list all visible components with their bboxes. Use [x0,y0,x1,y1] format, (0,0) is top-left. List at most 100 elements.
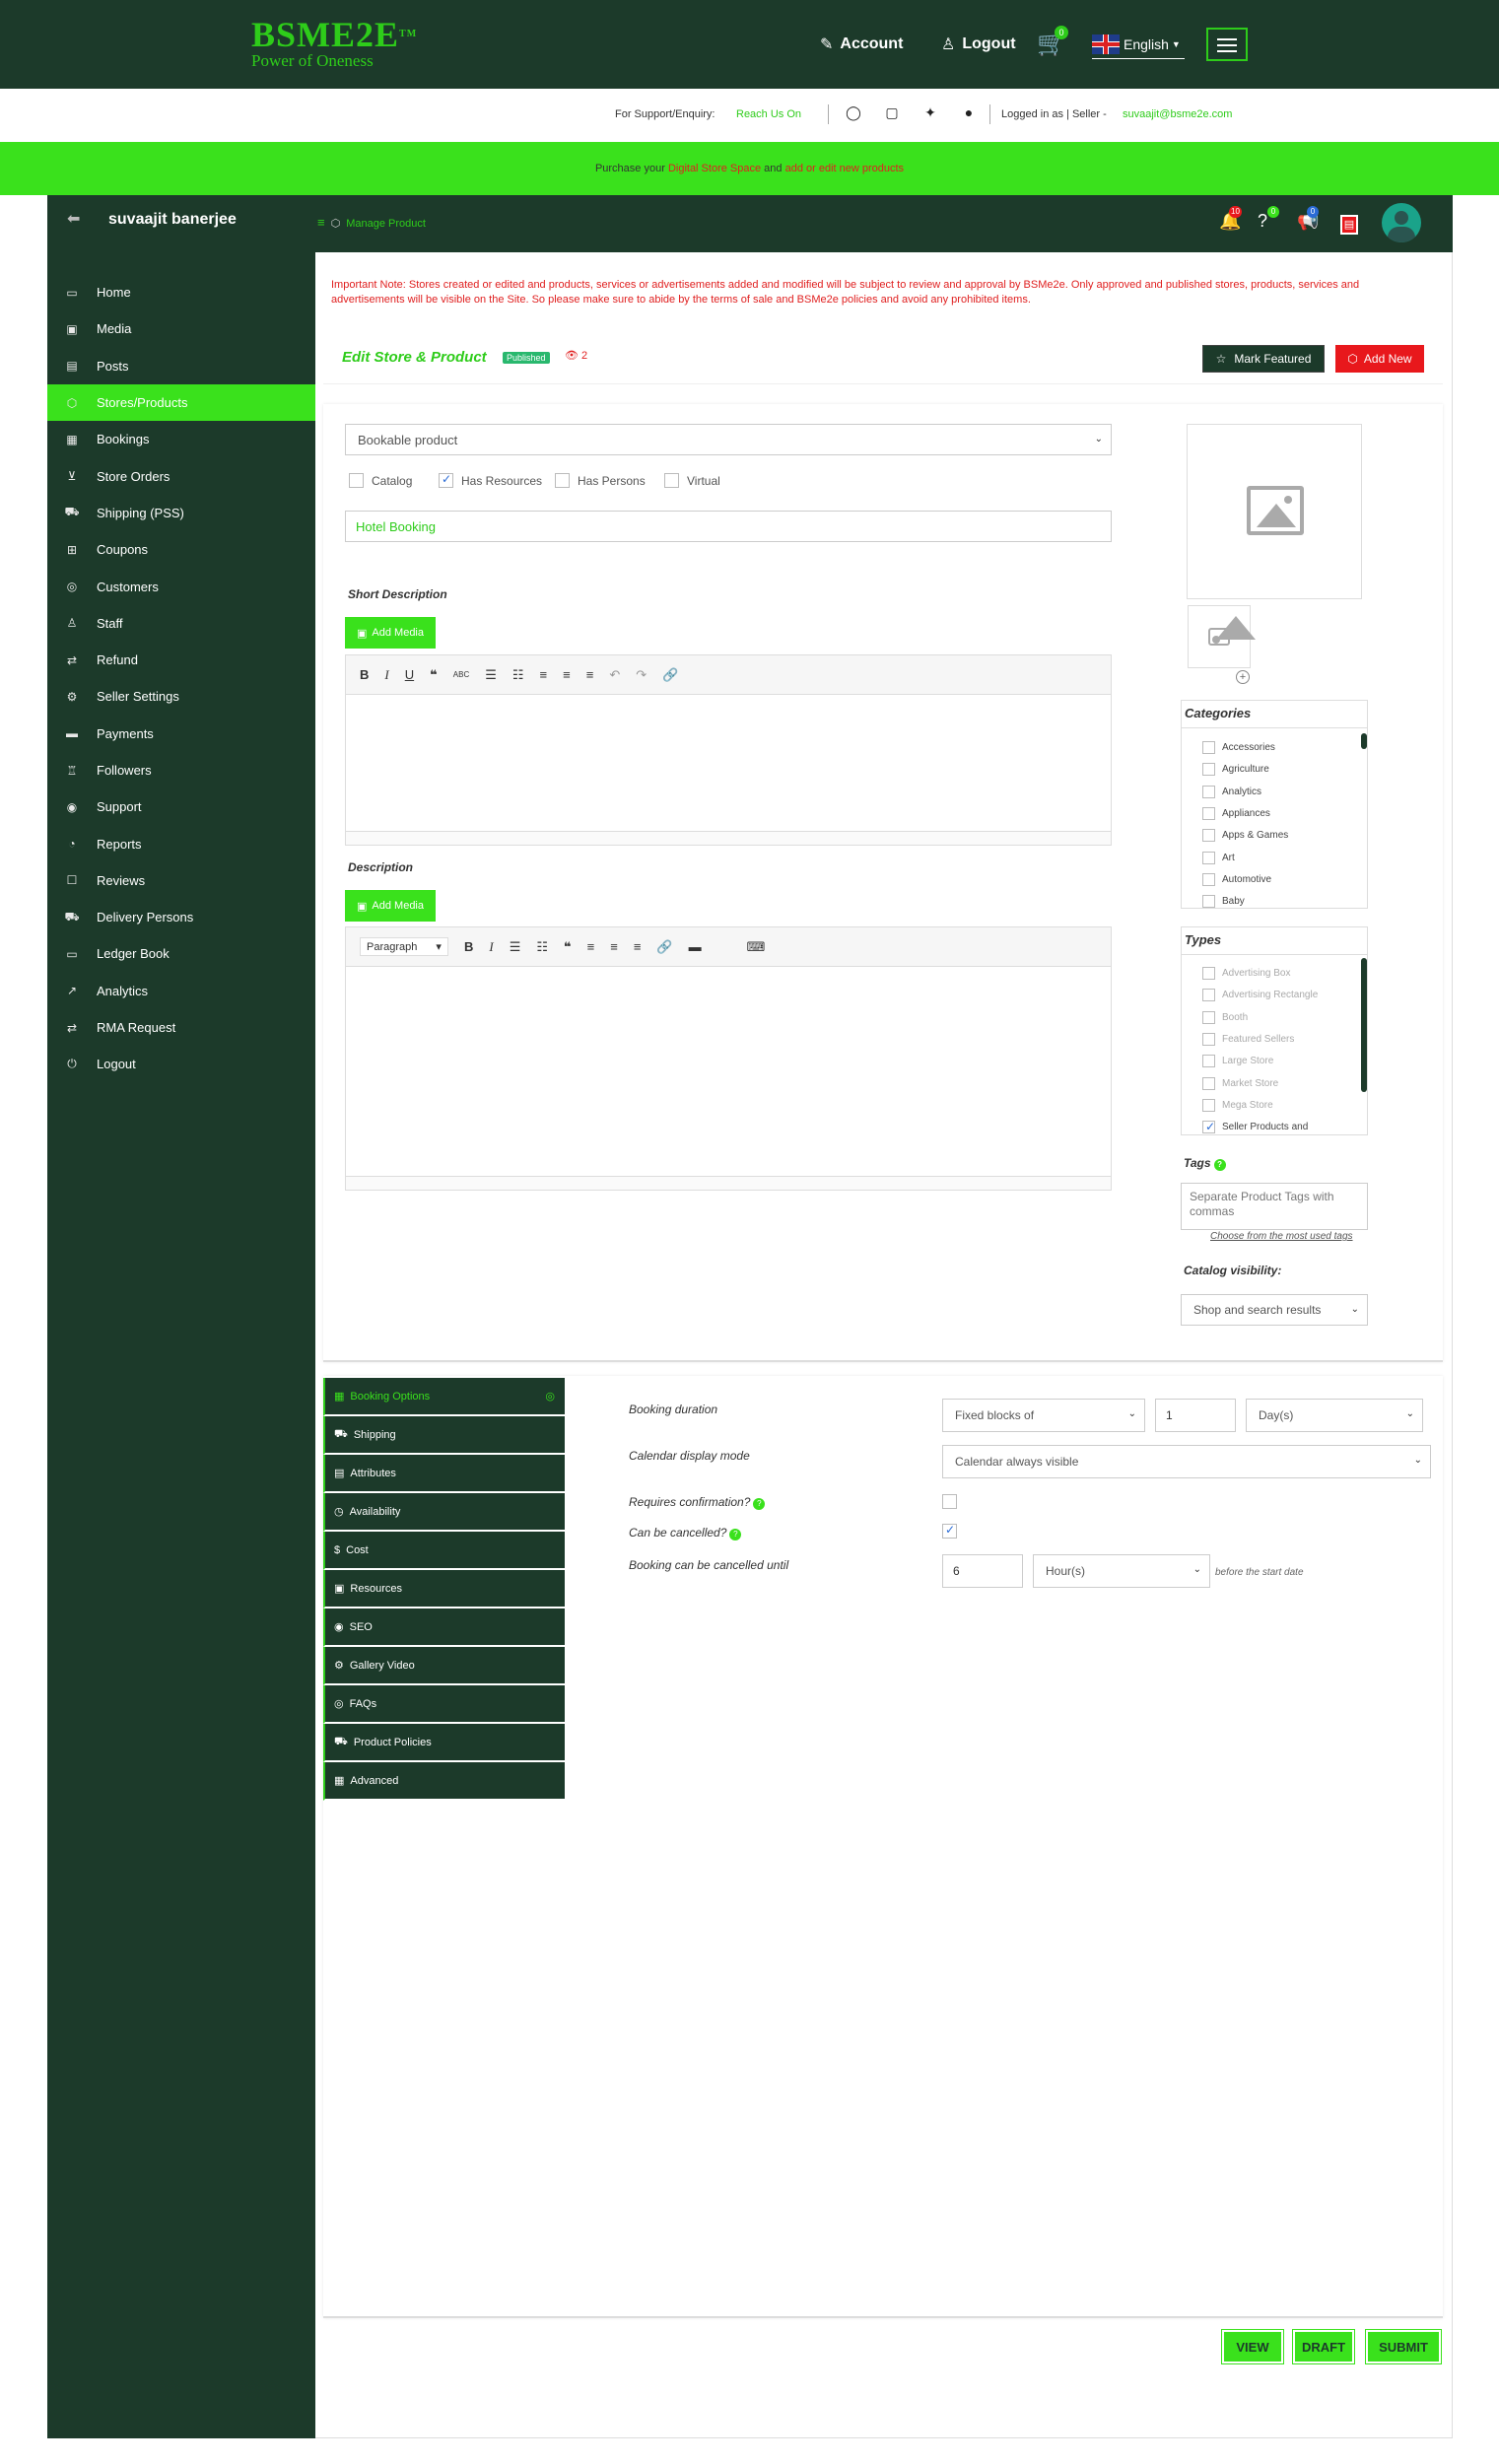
sidebar-item-media[interactable]: ▣ Media [47,310,315,347]
account-link[interactable]: ✎ Account [820,30,903,59]
tags-input[interactable]: Separate Product Tags with commas [1181,1183,1368,1230]
announcements-button[interactable]: 📢 0 [1297,206,1319,232]
redo-icon[interactable]: ↷ [636,667,647,683]
product-title-input[interactable]: Hotel Booking [345,511,1112,542]
sidebar-item-stores-products[interactable]: ⬡ Stores/Products [47,383,315,422]
sidebar-item-reports[interactable]: ◔ Reports [47,825,315,861]
add-products-link[interactable]: add or edit new products [785,163,904,174]
product-type-select[interactable]: Bookable product ⌄ [345,424,1112,455]
store-icon[interactable]: ▤ [1340,215,1358,235]
bold-icon[interactable]: B [360,667,369,682]
mark-featured-button[interactable]: ☆ Mark Featured [1202,345,1325,373]
cancel-until-input[interactable]: 6 [942,1554,1023,1588]
language-select[interactable]: English ▼ [1092,30,1185,59]
tab-advanced[interactable]: ▦ Advanced [323,1762,565,1801]
type-checkbox[interactable] [1202,1098,1215,1112]
cancel-until-unit-select[interactable]: Hour(s) ⌄ [1033,1554,1210,1588]
enquiry-button[interactable]: ? 0 [1258,206,1279,232]
tab-availability[interactable]: ◷ Availability [323,1493,565,1532]
tab-product-policies[interactable]: ⛟ Product Policies [323,1724,565,1762]
sidebar-item-shipping-pss[interactable]: ⛟ Shipping (PSS) [47,495,315,531]
option-catalog[interactable]: Catalog [349,473,412,488]
category-checkbox[interactable] [1202,872,1215,886]
tab-shipping[interactable]: ⛟ Shipping [323,1416,565,1455]
numbered-list-icon[interactable]: ☷ [536,939,548,955]
category-item[interactable]: Analytics [1202,785,1261,798]
help-icon[interactable]: ? [753,1498,766,1510]
sidebar-item-staff[interactable]: ♙ Staff [47,605,315,642]
sidebar-item-seller-settings[interactable]: ⚙ Seller Settings [47,678,315,715]
cart-button[interactable]: 🛒 0 [1037,26,1068,58]
sidebar-item-bookings[interactable]: ▦ Bookings [47,421,315,457]
category-checkbox[interactable] [1202,851,1215,864]
type-checkbox[interactable] [1202,1076,1215,1090]
add-media-button[interactable]: ▣ Add Media [345,617,436,649]
duration-value-input[interactable]: 1 [1155,1399,1236,1432]
breadcrumb-label[interactable]: Manage Product [346,218,426,230]
draft-button[interactable]: DRAFT [1292,2329,1355,2364]
blockquote-icon[interactable]: ❝ [430,667,438,683]
sidebar-item-posts[interactable]: ▤ Posts [47,348,315,384]
avatar[interactable] [1382,203,1421,242]
type-item[interactable]: Booth [1202,1010,1248,1024]
add-media-button-2[interactable]: ▣ Add Media [345,890,436,922]
link-icon[interactable]: 🔗 [662,667,678,683]
type-item[interactable]: Large Store [1202,1055,1273,1068]
logout-link[interactable]: ♙ Logout [941,30,1016,59]
bold-icon[interactable]: B [464,939,473,954]
category-checkbox[interactable] [1202,763,1215,777]
category-checkbox[interactable] [1202,785,1215,798]
whatsapp-icon[interactable]: ◯ [845,104,862,122]
option-virtual[interactable]: Virtual [664,473,720,488]
reach-us-link[interactable]: Reach Us On [736,108,801,120]
help-icon[interactable]: ? [729,1529,742,1540]
back-arrow-icon[interactable]: ⬅ [67,209,80,229]
add-new-button[interactable]: ⬡ Add New [1335,345,1424,373]
tab-resources[interactable]: ▣ Resources [323,1570,565,1608]
category-item[interactable]: Appliances [1202,806,1270,820]
type-item[interactable]: Seller Products and [1202,1120,1308,1134]
twitter-icon[interactable]: ✦ [921,104,939,122]
bullet-list-icon[interactable]: ☰ [510,939,521,955]
submit-button[interactable]: SUBMIT [1365,2329,1442,2364]
option-has-persons[interactable]: Has Persons [555,473,646,488]
align-center-icon[interactable]: ≡ [563,667,571,682]
category-checkbox[interactable] [1202,895,1215,909]
paragraph-select[interactable]: Paragraph ▾ [360,937,448,956]
can-be-cancelled-checkbox[interactable] [942,1523,957,1539]
editor-resize-handle[interactable] [346,831,1111,845]
category-checkbox[interactable] [1202,741,1215,754]
featured-image[interactable] [1187,424,1362,599]
calendar-display-select[interactable]: Calendar always visible ⌄ [942,1445,1431,1478]
type-checkbox[interactable] [1202,989,1215,1002]
italic-icon[interactable]: I [384,667,388,683]
strikethrough-icon[interactable]: ABC [453,670,469,679]
type-checkbox[interactable] [1202,1055,1215,1068]
requires-confirmation-checkbox[interactable] [942,1494,957,1509]
keyboard-icon[interactable]: ⌨ [747,939,766,955]
sidebar-item-customers[interactable]: ◎ Customers [47,568,315,604]
category-item[interactable]: Baby [1202,895,1245,909]
digital-store-link[interactable]: Digital Store Space [668,163,761,174]
menu-toggle-icon[interactable]: ≡ [317,215,325,230]
tab-cost[interactable]: $ Cost [323,1532,565,1570]
sidebar-item-payments[interactable]: ▬ Payments [47,716,315,752]
undo-icon[interactable]: ↶ [609,667,620,683]
type-item[interactable]: Mega Store [1202,1098,1273,1112]
sidebar-item-reviews[interactable]: ☐ Reviews [47,862,315,899]
tab-attributes[interactable]: ▤ Attributes [323,1455,565,1493]
category-item[interactable]: Automotive [1202,872,1271,886]
numbered-list-icon[interactable]: ☷ [512,667,524,683]
underline-icon[interactable]: U [405,667,414,682]
type-item[interactable]: Advertising Rectangle [1202,989,1318,1002]
read-more-icon[interactable]: ▬ [689,939,702,954]
add-gallery-icon[interactable]: + [1236,670,1250,684]
sidebar-item-rma-request[interactable]: ⇄ RMA Request [47,1009,315,1046]
types-scrollbar[interactable] [1361,958,1367,1092]
sidebar-item-followers[interactable]: ♖ Followers [47,752,315,788]
most-used-tags-link[interactable]: Choose from the most used tags [1210,1231,1353,1242]
align-left-icon[interactable]: ≡ [587,939,595,954]
catalog-checkbox[interactable] [349,473,364,488]
type-item[interactable]: Featured Sellers [1202,1032,1294,1046]
has-resources-checkbox[interactable] [439,472,453,488]
